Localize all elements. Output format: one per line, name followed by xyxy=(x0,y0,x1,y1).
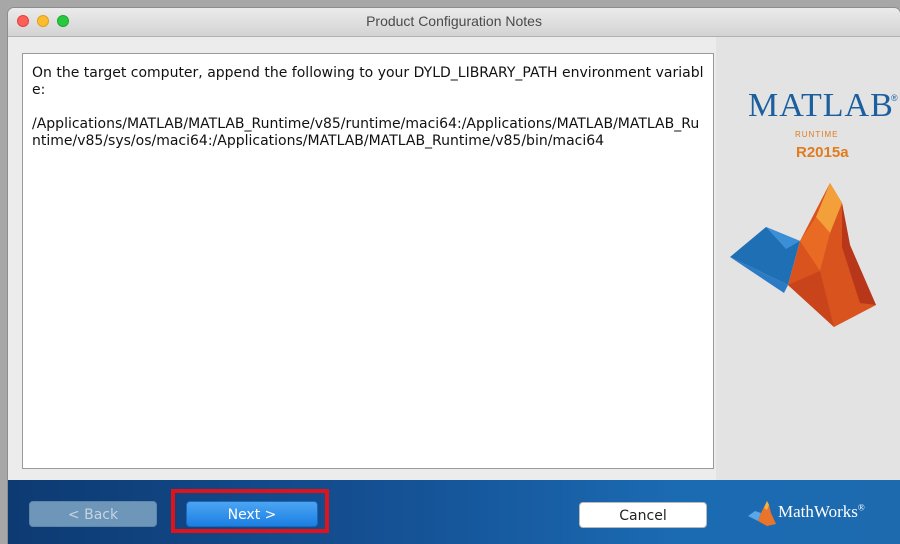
mathworks-membrane-icon xyxy=(748,501,776,526)
runtime-label: RUNTIME xyxy=(795,130,839,139)
window-title: Product Configuration Notes xyxy=(366,13,542,29)
registered-mark: ® xyxy=(891,93,898,103)
content-area: On the target computer, append the follo… xyxy=(8,37,900,480)
installer-window: Product Configuration Notes On the targe… xyxy=(8,8,900,544)
matlab-logo-text: MATLAB xyxy=(748,87,894,124)
mathworks-mark: ® xyxy=(857,502,865,513)
cancel-button[interactable]: Cancel xyxy=(579,502,707,528)
back-button[interactable]: < Back xyxy=(29,501,157,527)
configuration-notes-textarea[interactable]: On the target computer, append the follo… xyxy=(22,53,714,469)
next-button[interactable]: Next > xyxy=(186,501,318,527)
footer-bar: < Back Next > Cancel MathWorks® xyxy=(8,480,900,544)
branding-panel: MATLAB ® RUNTIME R2015a xyxy=(716,37,900,480)
title-bar[interactable]: Product Configuration Notes xyxy=(8,8,900,37)
mathworks-logo: MathWorks® xyxy=(748,500,888,526)
release-label: R2015a xyxy=(796,144,849,161)
notes-library-path: /Applications/MATLAB/MATLAB_Runtime/v85/… xyxy=(32,116,700,149)
notes-instruction: On the target computer, append the follo… xyxy=(32,65,704,98)
matlab-membrane-icon xyxy=(730,183,876,327)
mathworks-wordmark: MathWorks® xyxy=(778,502,865,522)
mathworks-name: MathWorks xyxy=(778,502,858,521)
